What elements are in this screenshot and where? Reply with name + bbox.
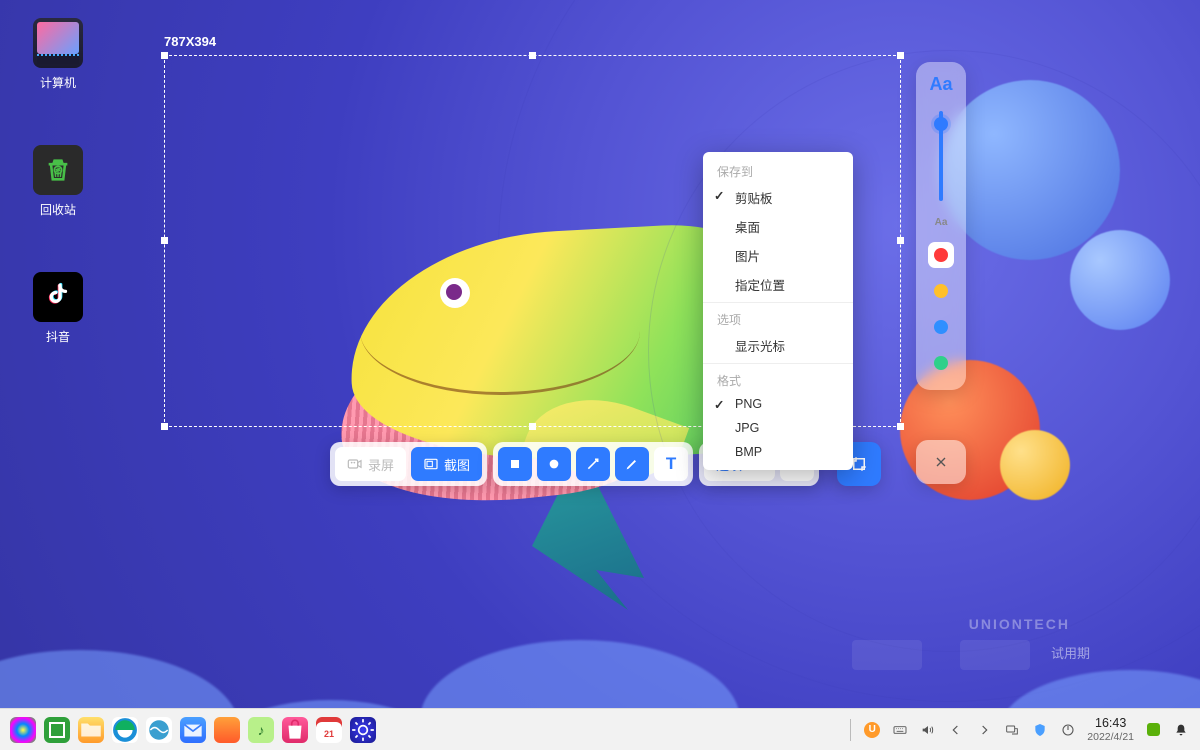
edge-icon xyxy=(112,717,138,743)
tray-notifications[interactable] xyxy=(1172,721,1190,739)
mail-icon xyxy=(180,717,206,743)
folder-icon xyxy=(78,717,104,743)
red-dot xyxy=(934,248,948,262)
blue-dot xyxy=(934,320,948,334)
tray-forward[interactable] xyxy=(975,721,993,739)
screenshot-button[interactable]: 截图 xyxy=(411,447,482,481)
browser1-button[interactable] xyxy=(112,717,138,743)
check-icon: ✓ xyxy=(714,397,724,412)
text-icon: T xyxy=(666,454,676,474)
record-label: 录屏 xyxy=(368,455,394,474)
record-button[interactable]: 录屏 xyxy=(335,447,406,481)
color-swatch-green[interactable] xyxy=(928,350,954,376)
selection-dimensions: 787X394 xyxy=(164,34,216,49)
line-icon xyxy=(585,456,601,472)
store-button[interactable] xyxy=(282,717,308,743)
popup-item-bmp[interactable]: BMP xyxy=(703,440,853,464)
file-manager-button[interactable] xyxy=(78,717,104,743)
tray-volume[interactable] xyxy=(919,721,937,739)
popup-section-options: 选项 xyxy=(703,306,853,331)
trash-label: 回收站 xyxy=(40,201,76,218)
popup-item-clipboard[interactable]: ✓剪贴板 xyxy=(703,183,853,212)
selection-handle-tr[interactable] xyxy=(897,52,904,59)
browser2-button[interactable] xyxy=(146,717,172,743)
tray-desktop[interactable] xyxy=(1144,721,1162,739)
tray-network[interactable] xyxy=(1003,721,1021,739)
clock-date: 2022/4/21 xyxy=(1087,731,1134,743)
gear-icon xyxy=(350,717,376,743)
record-icon xyxy=(347,456,363,472)
selection-handle-ml[interactable] xyxy=(161,237,168,244)
desktop-icon-trash[interactable]: 回收站 xyxy=(22,145,94,218)
selection-handle-bl[interactable] xyxy=(161,423,168,430)
desktop-icon-computer[interactable]: 计算机 xyxy=(22,18,94,91)
selection-handle-bm[interactable] xyxy=(529,423,536,430)
yellow-dot xyxy=(934,284,948,298)
watermark-brand: UNIONTECH xyxy=(969,616,1070,632)
popup-item-pictures[interactable]: 图片 xyxy=(703,241,853,270)
popup-item-png[interactable]: ✓PNG xyxy=(703,392,853,416)
green-dot xyxy=(934,356,948,370)
tray-shield[interactable] xyxy=(1031,721,1049,739)
taskbar: ♪ 21 U 16:43 2022/4/21 xyxy=(0,708,1200,750)
font-size-large-label: Aa xyxy=(929,74,952,95)
trash-icon xyxy=(33,145,83,195)
ellipse-tool-button[interactable] xyxy=(537,447,571,481)
popup-item-show-cursor[interactable]: 显示光标 xyxy=(703,331,853,360)
popup-item-custom-path[interactable]: 指定位置 xyxy=(703,270,853,299)
screenshot-icon xyxy=(423,456,439,472)
rectangle-tool-button[interactable] xyxy=(498,447,532,481)
computer-label: 计算机 xyxy=(40,74,76,91)
globe-icon xyxy=(146,717,172,743)
line-tool-button[interactable] xyxy=(576,447,610,481)
bag-icon xyxy=(282,717,308,743)
font-size-slider[interactable] xyxy=(939,111,943,201)
font-size-small-label: Aa xyxy=(935,217,948,228)
options-popup: 保存到 ✓剪贴板 桌面 图片 指定位置 选项 显示光标 格式 ✓PNG JPG … xyxy=(703,152,853,470)
control-center-button[interactable] xyxy=(350,717,376,743)
app1-button[interactable] xyxy=(214,717,240,743)
computer-icon xyxy=(33,18,83,68)
check-icon: ✓ xyxy=(714,188,724,203)
screenshot-label: 截图 xyxy=(444,455,470,474)
tray-keyboard[interactable] xyxy=(891,721,909,739)
douyin-icon xyxy=(33,272,83,322)
selection-handle-mr[interactable] xyxy=(897,237,904,244)
ellipse-icon xyxy=(546,456,562,472)
multitask-button[interactable] xyxy=(44,717,70,743)
tray-app-u[interactable]: U xyxy=(863,721,881,739)
color-swatch-blue[interactable] xyxy=(928,314,954,340)
text-panel-close-button[interactable] xyxy=(916,440,966,484)
text-style-panel: Aa Aa xyxy=(916,62,966,390)
calendar-button[interactable]: 21 xyxy=(316,717,342,743)
popup-section-format: 格式 xyxy=(703,367,853,392)
selection-handle-tm[interactable] xyxy=(529,52,536,59)
taskbar-clock[interactable]: 16:43 2022/4/21 xyxy=(1087,716,1134,742)
color-swatch-yellow[interactable] xyxy=(928,278,954,304)
popup-item-desktop[interactable]: 桌面 xyxy=(703,212,853,241)
selection-handle-tl[interactable] xyxy=(161,52,168,59)
watermark-boxes xyxy=(852,640,1030,670)
watermark-trial: 试用期 xyxy=(1051,643,1090,662)
popup-section-saveto: 保存到 xyxy=(703,158,853,183)
clock-time: 16:43 xyxy=(1087,716,1134,730)
rectangle-icon xyxy=(507,456,523,472)
mail-button[interactable] xyxy=(180,717,206,743)
close-icon xyxy=(933,454,949,470)
douyin-label: 抖音 xyxy=(46,328,70,345)
selection-handle-br[interactable] xyxy=(897,423,904,430)
color-swatch-red[interactable] xyxy=(928,242,954,268)
popup-item-jpg[interactable]: JPG xyxy=(703,416,853,440)
text-tool-button[interactable]: T xyxy=(654,447,688,481)
launcher-button[interactable] xyxy=(10,717,36,743)
calendar-day: 21 xyxy=(324,730,334,739)
pencil-icon xyxy=(624,456,640,472)
tray-power[interactable] xyxy=(1059,721,1077,739)
pencil-tool-button[interactable] xyxy=(615,447,649,481)
music-button[interactable]: ♪ xyxy=(248,717,274,743)
tray-divider xyxy=(850,719,851,741)
tray-back[interactable] xyxy=(947,721,965,739)
slider-thumb[interactable] xyxy=(934,117,948,131)
desktop-icon-douyin[interactable]: 抖音 xyxy=(22,272,94,345)
